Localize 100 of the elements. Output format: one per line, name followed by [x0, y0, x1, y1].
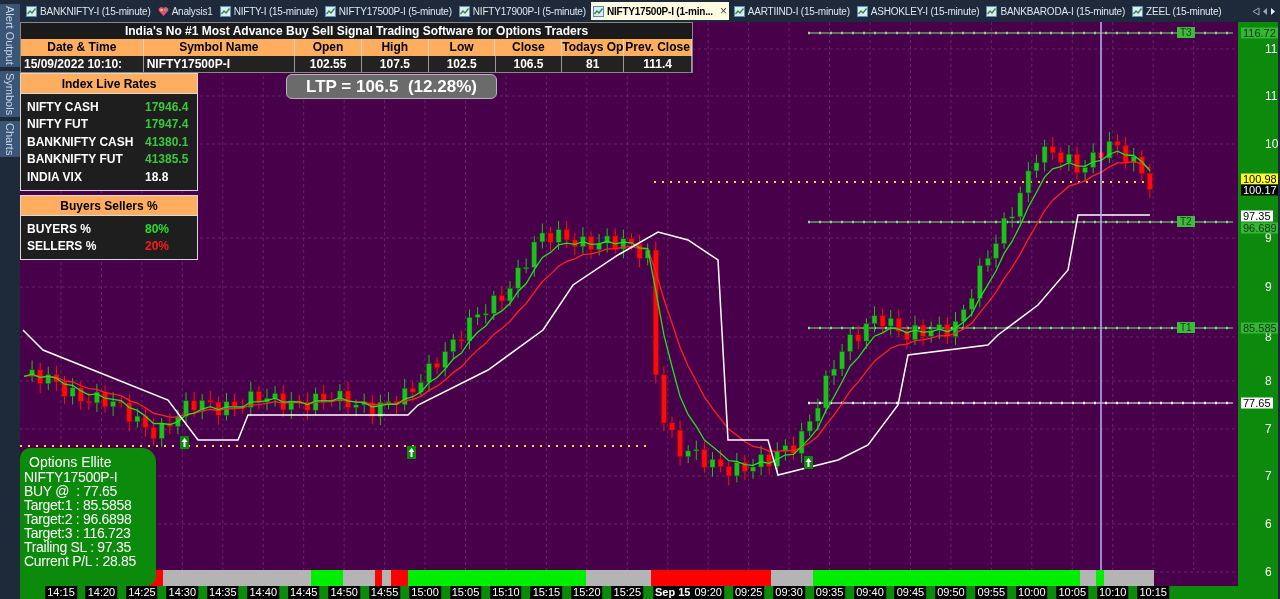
price-label: 8 — [1265, 375, 1272, 387]
signal-line: NIFTY17500P-I — [24, 471, 119, 484]
table-cell: 102.55 — [295, 56, 362, 72]
candle — [677, 420, 683, 466]
table-cell: NIFTY17500P-I — [143, 56, 296, 72]
chart-icon — [592, 5, 604, 17]
chart-tab[interactable]: NIFTY-I (15-minute) — [217, 2, 320, 20]
candle — [1082, 159, 1088, 183]
candle — [847, 326, 853, 361]
candle — [86, 392, 92, 411]
candle — [572, 232, 578, 256]
column-header: Open — [295, 39, 362, 56]
time-label: 14:40 — [247, 586, 279, 599]
candle — [434, 356, 440, 375]
chart-tab[interactable]: NIFTY17900P-I (5-minute) — [456, 2, 588, 20]
candle — [183, 391, 189, 426]
chart-tab[interactable]: Analysis1 — [155, 2, 215, 20]
candle — [361, 393, 367, 414]
side-tab[interactable]: Symbols — [0, 70, 23, 117]
candle — [410, 381, 416, 403]
candle — [750, 458, 756, 480]
chart-tab[interactable]: BANKBARODA-I (15-minute) — [984, 2, 1128, 20]
index-value: 41380.1 — [145, 133, 189, 151]
time-label: 10:15 — [1137, 586, 1169, 599]
candle — [353, 399, 359, 417]
time-label: 14:50 — [328, 586, 360, 599]
price-tag: 77.65 — [1241, 397, 1273, 409]
candle — [985, 249, 991, 273]
ratio-value: 80% — [145, 220, 170, 238]
panel-title: Buyers Sellers % — [21, 196, 197, 216]
buy-arrow-icon — [407, 446, 416, 459]
chart-tab[interactable]: BANKNIFTY-I (15-minute) — [24, 2, 153, 20]
candle — [337, 383, 343, 411]
scroll-right-icon[interactable] — [1270, 6, 1276, 16]
candle — [507, 280, 513, 307]
chart-tab[interactable]: NIFTY17500P-I (5-minute) — [322, 2, 454, 20]
candle — [1090, 142, 1096, 174]
candle — [580, 226, 586, 255]
candle — [912, 315, 918, 346]
time-label: 14:25 — [126, 586, 158, 599]
candle — [329, 391, 335, 408]
time-label: 14:55 — [368, 586, 401, 599]
candle — [823, 370, 829, 415]
candle — [928, 320, 934, 344]
time-label: 09:25 — [732, 586, 765, 599]
candle — [588, 230, 594, 260]
candle — [29, 360, 35, 383]
candle — [685, 444, 691, 464]
buy-arrow-icon — [804, 456, 813, 469]
chart-tab[interactable]: ASHOKLEY-I (15-minute) — [854, 2, 982, 20]
chart-tab[interactable]: NIFTY17500P-I (1-min... × — [590, 2, 729, 20]
candle — [1058, 147, 1064, 171]
candle — [345, 381, 351, 415]
panel-title: Index Live Rates — [21, 74, 197, 94]
index-value: 18.8 — [145, 168, 169, 186]
candle — [499, 285, 505, 311]
price-label: 9 — [1265, 281, 1272, 293]
column-header: Close — [495, 39, 563, 56]
side-tab[interactable]: Charts — [0, 120, 23, 158]
signal-line: Target:2 : 96.6898 — [24, 513, 133, 526]
candle — [758, 445, 764, 476]
time-label: 14:20 — [85, 586, 118, 599]
price-label: 9 — [1265, 232, 1272, 244]
chart-tab[interactable]: AARTIIND-I (15-minute) — [731, 2, 852, 20]
price-label: 11 — [1265, 43, 1278, 55]
chart-icon — [458, 5, 470, 17]
table-cell: 102.5 — [428, 56, 496, 72]
index-value: 41385.5 — [145, 151, 189, 169]
index-value: 17946.4 — [145, 98, 189, 116]
chart-tab[interactable]: ZEEL (15-minute) — [1130, 2, 1224, 20]
price-label: 10 — [1265, 138, 1278, 150]
price-tag: 97.35 — [1241, 210, 1273, 222]
index-name: INDIA VIX — [27, 168, 83, 186]
signal-title: Options Ellite — [28, 456, 113, 470]
time-label: 15:10 — [490, 586, 522, 599]
price-tag: 85.585 — [1241, 322, 1278, 334]
table-cell: 111.4 — [624, 56, 692, 72]
chart-icon — [219, 5, 231, 17]
chart-icon — [324, 5, 336, 17]
close-icon[interactable]: × — [719, 2, 727, 20]
chart-icon — [1132, 5, 1144, 17]
heart-icon — [157, 5, 169, 17]
candle — [442, 341, 448, 378]
target-label: T3 — [1177, 27, 1195, 38]
index-name: NIFTY FUT — [27, 116, 90, 134]
candle — [110, 391, 116, 417]
candle — [418, 373, 424, 398]
time-label: 15:05 — [449, 586, 482, 599]
price-label: 7 — [1265, 423, 1272, 435]
ratio-name: SELLERS % — [27, 238, 98, 256]
table-cell: 106.5 — [495, 56, 563, 72]
index-value: 17947.4 — [145, 116, 189, 134]
time-label: 14:15 — [45, 586, 77, 599]
time-label: 15:20 — [571, 586, 603, 599]
index-name: BANKNIFTY CASH — [27, 133, 135, 151]
candle — [515, 259, 521, 299]
side-tab[interactable]: Alert Output — [0, 4, 23, 67]
candle — [669, 416, 675, 439]
candle — [604, 227, 610, 254]
chart-icon — [26, 5, 37, 17]
